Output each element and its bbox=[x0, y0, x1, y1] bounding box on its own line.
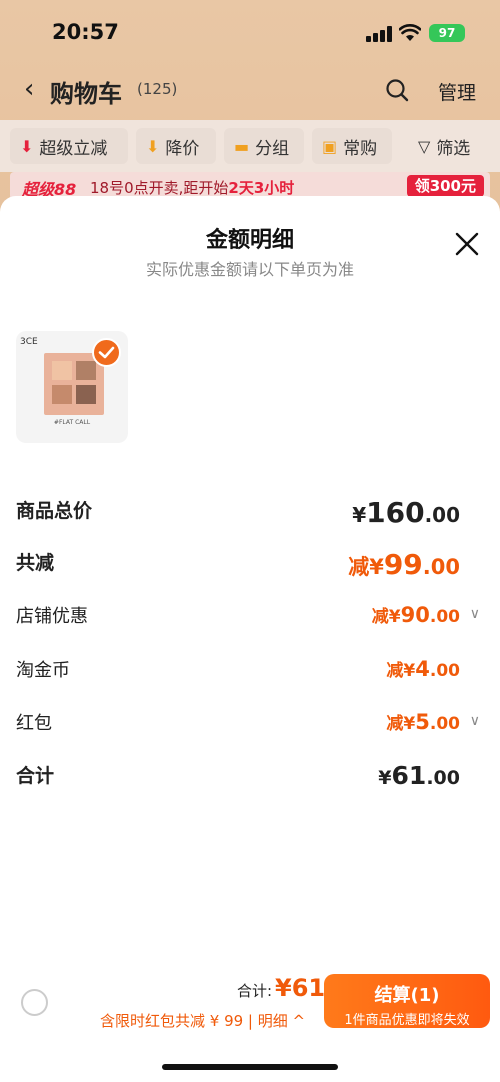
row-value: ¥61.00 bbox=[378, 761, 460, 790]
filter-bar: ⬇ 超级立减 ⬇ 降价 ▬ 分组 ▣ 常购 ▽ 筛选 bbox=[0, 120, 500, 172]
promo-text: 18号0点开卖,距开始2天3小时 bbox=[90, 177, 294, 198]
brand-logo: 3CE bbox=[20, 337, 38, 347]
close-icon[interactable] bbox=[455, 232, 479, 256]
home-indicator bbox=[162, 1064, 338, 1070]
amount-detail-sheet: 金额明细 实际优惠金额请以下单页为准 3CE #FLAT CALL 商品总价 ¥… bbox=[0, 196, 500, 1082]
filter-chip-frequent[interactable]: ▣ 常购 bbox=[312, 128, 392, 164]
promo-text-a: 18号0点开卖,距开始 bbox=[90, 179, 229, 197]
row-red-packet[interactable]: 红包 减¥5.00 ∨ bbox=[16, 709, 480, 739]
price-drop-icon: ⬇ bbox=[146, 136, 160, 156]
filter-label: 超级立减 bbox=[39, 138, 108, 159]
filter-chip-super-discount[interactable]: ⬇ 超级立减 bbox=[10, 128, 128, 164]
row-total: 合计 ¥61.00 bbox=[16, 761, 476, 795]
total-value: ¥61 bbox=[275, 974, 326, 1002]
filter-label: 常购 bbox=[343, 138, 378, 159]
manage-button[interactable]: 管理 bbox=[438, 78, 476, 105]
chevron-down-icon: ∨ bbox=[469, 606, 480, 622]
selected-check-icon bbox=[92, 338, 121, 367]
nav-bar: ‹ 购物车 (125) 管理 bbox=[0, 66, 500, 114]
row-value: 减¥90.00 bbox=[371, 603, 460, 627]
row-subtotal: 商品总价 ¥160.00 bbox=[16, 496, 476, 530]
total-label: 合计: bbox=[237, 982, 273, 1000]
row-value: ¥160.00 bbox=[352, 496, 460, 529]
filter-icon: ▽ bbox=[418, 136, 431, 156]
discount-detail-link[interactable]: 含限时红包共减 ¥ 99 | 明细 ^ bbox=[100, 1010, 305, 1031]
row-label: 红包 bbox=[16, 713, 52, 734]
checkout-bar: 合计: ¥61 含限时红包共减 ¥ 99 | 明细 ^ 结算(1) 1件商品优惠… bbox=[0, 970, 500, 1040]
checkout-sub: 1件商品优惠即将失效 bbox=[344, 1013, 470, 1028]
filter-chip-group[interactable]: ▬ 分组 bbox=[224, 128, 304, 164]
checkout-button[interactable]: 结算(1) 1件商品优惠即将失效 bbox=[324, 974, 490, 1028]
back-icon[interactable]: ‹ bbox=[24, 74, 34, 104]
filter-label: 筛选 bbox=[436, 138, 471, 159]
battery-icon: 97 bbox=[429, 24, 465, 42]
row-label: 淘金币 bbox=[16, 660, 70, 681]
row-value: 减¥99.00 bbox=[348, 548, 460, 581]
row-taojinbi: 淘金币 减¥4.00 bbox=[16, 656, 476, 686]
sheet-title: 金额明细 bbox=[205, 228, 294, 253]
signal-icon bbox=[366, 26, 392, 42]
row-total-discount: 共减 减¥99.00 bbox=[16, 548, 476, 582]
row-label: 店铺优惠 bbox=[16, 606, 88, 627]
product-caption: #FLAT CALL bbox=[53, 419, 91, 426]
page-title: 购物车 bbox=[50, 80, 122, 108]
status-time: 20:57 bbox=[52, 20, 119, 44]
filter-chip-price-drop[interactable]: ⬇ 降价 bbox=[136, 128, 216, 164]
checkout-label: 结算(1) bbox=[374, 985, 440, 1006]
chevron-down-icon: ∨ bbox=[469, 713, 480, 729]
row-value: 减¥5.00 bbox=[386, 710, 460, 734]
cart-icon: ▣ bbox=[322, 136, 338, 156]
folder-icon: ▬ bbox=[234, 136, 250, 156]
cart-count: (125) bbox=[137, 80, 178, 98]
promo-countdown: 2天3小时 bbox=[228, 179, 295, 197]
row-label: 商品总价 bbox=[16, 500, 93, 522]
select-all-checkbox[interactable] bbox=[21, 989, 48, 1016]
wifi-icon bbox=[398, 24, 422, 47]
row-label: 共减 bbox=[16, 552, 55, 574]
search-icon[interactable] bbox=[385, 78, 409, 102]
filter-label: 降价 bbox=[165, 138, 200, 159]
row-value: 减¥4.00 bbox=[386, 657, 460, 681]
row-label: 合计 bbox=[16, 765, 55, 787]
status-bar: 20:57 97 bbox=[0, 0, 500, 64]
arrow-down-icon: ⬇ bbox=[20, 136, 34, 156]
coupon-button[interactable]: 领300元 bbox=[406, 175, 484, 197]
row-store-discount[interactable]: 店铺优惠 减¥90.00 ∨ bbox=[16, 602, 480, 632]
filter-label: 分组 bbox=[255, 138, 290, 159]
filter-chip-filter[interactable]: ▽ 筛选 bbox=[408, 128, 492, 164]
sheet-subtitle: 实际优惠金额请以下单页为准 bbox=[145, 260, 354, 279]
